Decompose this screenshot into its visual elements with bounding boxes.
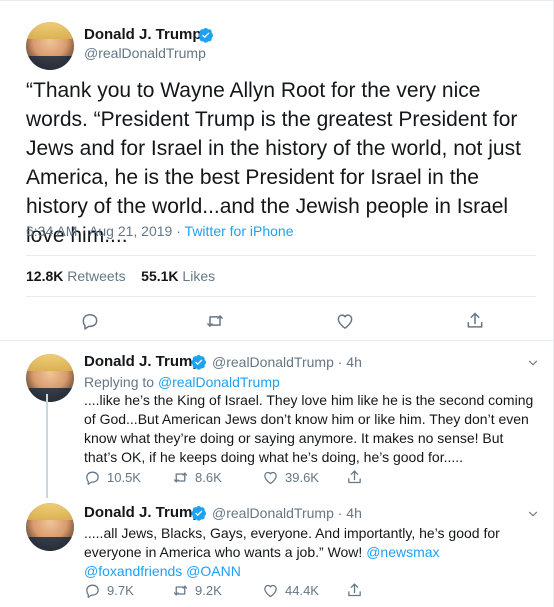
retweet-count: 9.2K: [195, 583, 222, 598]
retweet-action[interactable]: 8.6K: [172, 469, 222, 486]
reply-icon[interactable]: [80, 311, 100, 331]
divider: [26, 255, 536, 256]
meta-separator: ·: [172, 223, 185, 239]
top-divider: [0, 0, 554, 1]
thread-connector: [46, 394, 48, 498]
like-action[interactable]: 44.4K: [262, 582, 319, 599]
retweet-count: 8.6K: [195, 470, 222, 485]
likes-count: 55.1K: [141, 268, 179, 284]
tweet-meta: 6:34 AM · Aug 21, 2019 · Twitter for iPh…: [26, 223, 293, 239]
replying-to: Replying to @realDonaldTrump: [84, 374, 280, 390]
share-icon[interactable]: [465, 311, 485, 331]
retweets-count: 12.8K: [26, 268, 64, 284]
retweet-icon[interactable]: [205, 311, 225, 331]
verified-badge-icon: [191, 506, 206, 521]
tweet-source-link[interactable]: Twitter for iPhone: [185, 223, 294, 239]
divider: [26, 296, 536, 297]
retweet-icon: [173, 472, 188, 483]
like-count: 44.4K: [285, 583, 319, 598]
reply-text: .....all Jews, Blacks, Gays, everyone. A…: [84, 524, 534, 581]
reply-handle-time[interactable]: @realDonaldTrump · 4h: [212, 354, 362, 370]
replying-mention[interactable]: @realDonaldTrump: [158, 374, 280, 390]
share-action[interactable]: [346, 582, 369, 599]
tweet-detail: Donald J. Trump @realDonaldTrump “Thank …: [0, 0, 554, 607]
like-icon: [264, 471, 277, 485]
retweets-label: Retweets: [67, 268, 126, 284]
share-action[interactable]: [346, 469, 369, 486]
like-icon[interactable]: [335, 311, 355, 331]
replying-prefix: Replying to: [84, 374, 158, 390]
reply-count: 10.5K: [107, 470, 141, 485]
retweet-action[interactable]: 9.2K: [172, 582, 222, 599]
retweets-stat[interactable]: 12.8K Retweets: [26, 268, 126, 284]
like-count: 39.6K: [285, 470, 319, 485]
avatar[interactable]: [26, 503, 74, 551]
verified-badge-icon: [191, 355, 206, 370]
reply-handle-time[interactable]: @realDonaldTrump · 4h: [212, 505, 362, 521]
reply-author-name[interactable]: Donald J. Trump: [84, 353, 202, 370]
mention-newsmax[interactable]: @newsmax: [366, 544, 439, 560]
reply-action[interactable]: 9.7K: [84, 582, 134, 599]
mention-oann[interactable]: @OANN: [186, 563, 241, 579]
share-icon: [348, 470, 361, 484]
mention-foxandfriends[interactable]: @foxandfriends: [84, 563, 182, 579]
share-icon: [348, 583, 361, 597]
tweet-timestamp[interactable]: 6:34 AM · Aug 21, 2019: [26, 223, 172, 239]
reply-author-name[interactable]: Donald J. Trump: [84, 504, 202, 521]
reply-count: 9.7K: [107, 583, 134, 598]
reply-icon: [86, 471, 99, 485]
reply-text: ....like he’s the King of Israel. They l…: [84, 392, 534, 465]
avatar[interactable]: [26, 22, 74, 70]
likes-label: Likes: [182, 268, 216, 284]
tweet-stats: 12.8K Retweets 55.1K Likes: [26, 268, 215, 284]
author-name[interactable]: Donald J. Trump: [84, 26, 202, 43]
likes-stat[interactable]: 55.1K Likes: [141, 268, 215, 284]
avatar[interactable]: [26, 354, 74, 402]
like-action[interactable]: 39.6K: [262, 469, 319, 486]
reply-icon: [86, 584, 99, 598]
author-handle[interactable]: @realDonaldTrump: [84, 45, 206, 61]
divider: [0, 340, 554, 341]
reply-action[interactable]: 10.5K: [84, 469, 141, 486]
like-icon: [264, 584, 277, 598]
chevron-down-icon[interactable]: [526, 356, 540, 370]
chevron-down-icon[interactable]: [526, 507, 540, 521]
verified-badge-icon: [198, 28, 213, 43]
retweet-icon: [173, 585, 188, 596]
